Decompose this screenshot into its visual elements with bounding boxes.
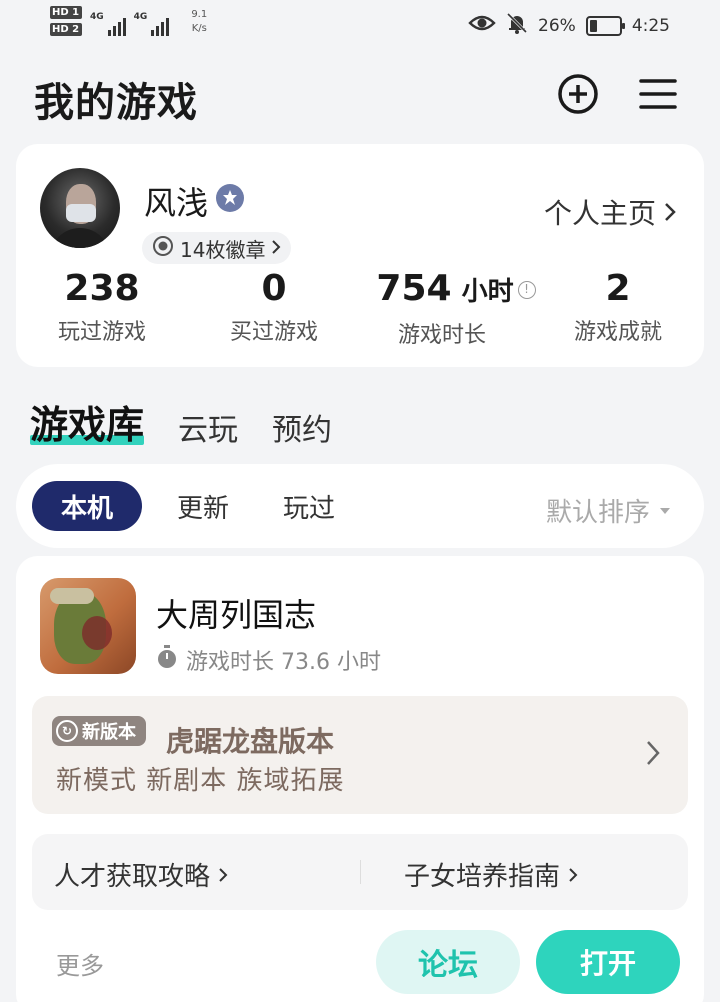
info-icon[interactable]: ! [517, 281, 536, 299]
badges-button[interactable]: 14枚徽章 [142, 232, 292, 264]
stat-label: 游戏时长 [398, 323, 487, 348]
play-time-label: 游戏时长 73.6 小时 [186, 650, 381, 675]
new-version-tag: ↻ 新版本 [52, 716, 146, 746]
menu-button[interactable] [636, 74, 680, 118]
homepage-label: 个人主页 [543, 197, 656, 230]
play-time: 游戏时长 73.6 小时 [156, 644, 381, 676]
battery-percent: 26% [538, 15, 576, 36]
battery-icon [585, 15, 625, 36]
guide-links: 人才获取攻略 子女培养指南 [32, 834, 688, 910]
sort-dropdown[interactable]: 默认排序 [546, 492, 670, 529]
filter-chip-local[interactable]: 本机 [32, 481, 142, 531]
network-speed: 9.1 K/s [191, 9, 208, 34]
plus-circle-icon [557, 73, 599, 119]
profile-card: 风浅 14枚徽章 个人主页 238 玩过游戏 0 买过游戏 754 小时! 游戏时… [16, 144, 704, 367]
signal-icon: 4G [134, 12, 170, 36]
status-bar: HD 1 HD 2 4G 4G 9.1 K/s 26% 4:25 [0, 0, 720, 48]
chevron-right-icon [218, 860, 228, 890]
username: 风浅 [144, 184, 209, 222]
filter-bar: 本机 更新 玩过 默认排序 [16, 464, 704, 548]
add-button[interactable] [556, 74, 600, 118]
chevron-down-icon [660, 507, 670, 514]
stat-played[interactable]: 238 玩过游戏 [32, 268, 172, 346]
stat-achievements[interactable]: 2 游戏成就 [548, 268, 688, 346]
stopwatch-icon [156, 645, 178, 675]
filter-chip-updates[interactable]: 更新 [168, 481, 238, 531]
open-button[interactable]: 打开 [536, 930, 680, 994]
stat-unit: 小时 [461, 277, 514, 307]
page-title: 我的游戏 [34, 80, 198, 126]
clock: 4:25 [631, 15, 670, 36]
promo-title: 虎踞龙盘版本 [166, 725, 335, 758]
stat-value: 754 [376, 268, 452, 309]
badges-label: 14枚徽章 [180, 237, 266, 262]
version-promo-banner[interactable]: ↻ 新版本 虎踞龙盘版本 新模式 新剧本 族域拓展 [32, 696, 688, 814]
chevron-right-icon [568, 860, 578, 890]
stat-value: 2 [605, 268, 631, 309]
hd2-indicator: HD 2 [50, 23, 82, 36]
stat-value: 0 [261, 268, 287, 309]
stat-label: 游戏成就 [573, 320, 662, 345]
hd1-indicator: HD 1 [50, 6, 82, 19]
chevron-right-icon [646, 740, 660, 770]
stat-purchased[interactable]: 0 买过游戏 [204, 268, 344, 346]
promo-subtitle: 新模式 新剧本 族域拓展 [56, 766, 345, 796]
stat-playtime[interactable]: 754 小时! 游戏时长 [356, 268, 556, 349]
avatar[interactable] [40, 168, 120, 248]
game-name[interactable]: 大周列国志 [156, 590, 316, 636]
library-tabs: 游戏库 云玩 预约 [30, 394, 332, 449]
stat-value: 238 [64, 268, 140, 309]
stat-label: 买过游戏 [229, 320, 318, 345]
tab-cloud-play[interactable]: 云玩 [178, 405, 238, 449]
sort-label: 默认排序 [545, 498, 650, 528]
game-icon[interactable] [40, 578, 136, 674]
game-card: 大周列国志 游戏时长 73.6 小时 ↻ 新版本 虎踞龙盘版本 新模式 新剧本 … [16, 556, 704, 1002]
stat-label: 玩过游戏 [57, 320, 146, 345]
version-icon: ↻ [56, 720, 78, 742]
bell-off-icon [506, 12, 528, 39]
medal-icon [152, 235, 174, 262]
tab-library[interactable]: 游戏库 [30, 394, 145, 449]
signal-icon: 4G [90, 12, 126, 36]
chevron-right-icon [664, 196, 676, 229]
guide-link-children[interactable]: 子女培养指南 [404, 856, 578, 893]
tab-reservations[interactable]: 预约 [272, 405, 332, 449]
hamburger-menu-icon [638, 77, 678, 115]
verified-badge-icon [216, 184, 244, 212]
eye-icon [468, 13, 496, 38]
more-button[interactable]: 更多 [56, 946, 104, 981]
divider [360, 860, 361, 884]
chevron-right-icon [271, 236, 281, 260]
guide-link-talent[interactable]: 人才获取攻略 [54, 856, 228, 893]
filter-chip-played[interactable]: 玩过 [274, 481, 344, 531]
forum-button[interactable]: 论坛 [376, 930, 520, 994]
homepage-link[interactable]: 个人主页 [544, 192, 676, 232]
